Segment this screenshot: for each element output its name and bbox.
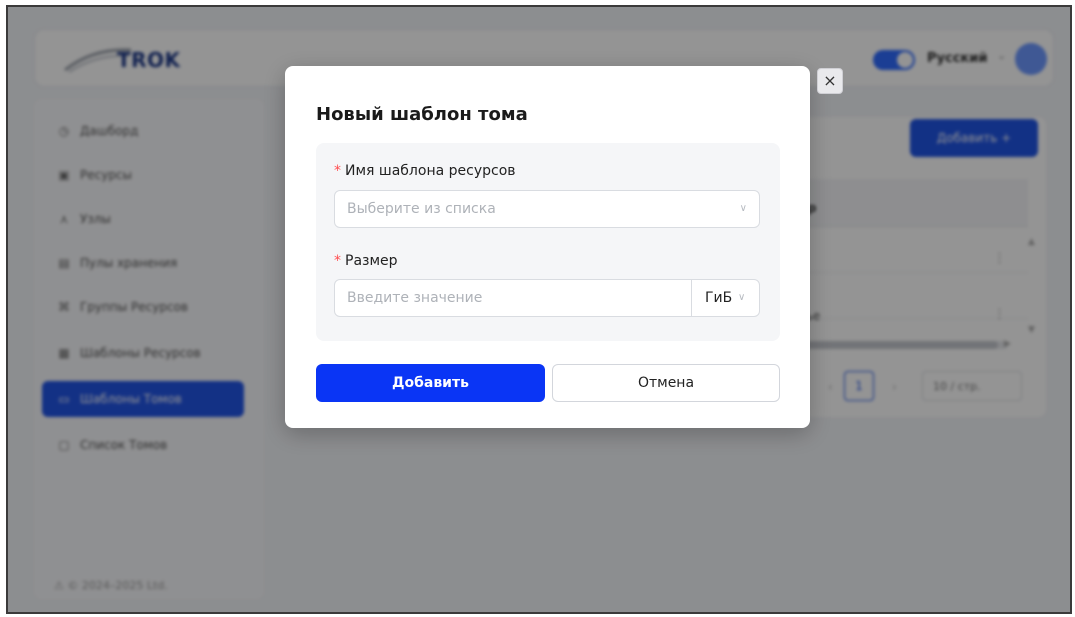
app-window: TROK Русский ⌄ ◷ Дашборд ▣ Ресурсы ⋏ Узл… [6, 5, 1072, 614]
template-name-label-text: Имя шаблона ресурсов [345, 163, 516, 179]
new-volume-template-dialog: Новый шаблон тома * Имя шаблона ресурсов … [285, 66, 810, 428]
size-label-text: Размер [345, 253, 398, 269]
input-placeholder: Введите значение [347, 290, 483, 306]
size-label: * Размер [334, 253, 398, 269]
add-button[interactable]: Добавить [316, 364, 545, 402]
form-panel: * Имя шаблона ресурсов Выберите из списка… [316, 143, 780, 341]
template-name-label: * Имя шаблона ресурсов [334, 163, 516, 179]
required-mark: * [334, 253, 341, 269]
chevron-down-icon: ∨ [739, 203, 747, 214]
chevron-down-icon: ∨ [738, 292, 746, 303]
dialog-title: Новый шаблон тома [316, 104, 528, 125]
select-placeholder: Выберите из списка [347, 201, 496, 217]
template-name-select[interactable]: Выберите из списка ∨ [334, 190, 760, 228]
close-icon[interactable]: × [817, 68, 843, 94]
unit-value: ГиБ [705, 290, 733, 306]
size-unit-select[interactable]: ГиБ ∨ [691, 279, 760, 317]
cancel-button[interactable]: Отмена [552, 364, 780, 402]
required-mark: * [334, 163, 341, 179]
size-input[interactable]: Введите значение [334, 279, 692, 317]
